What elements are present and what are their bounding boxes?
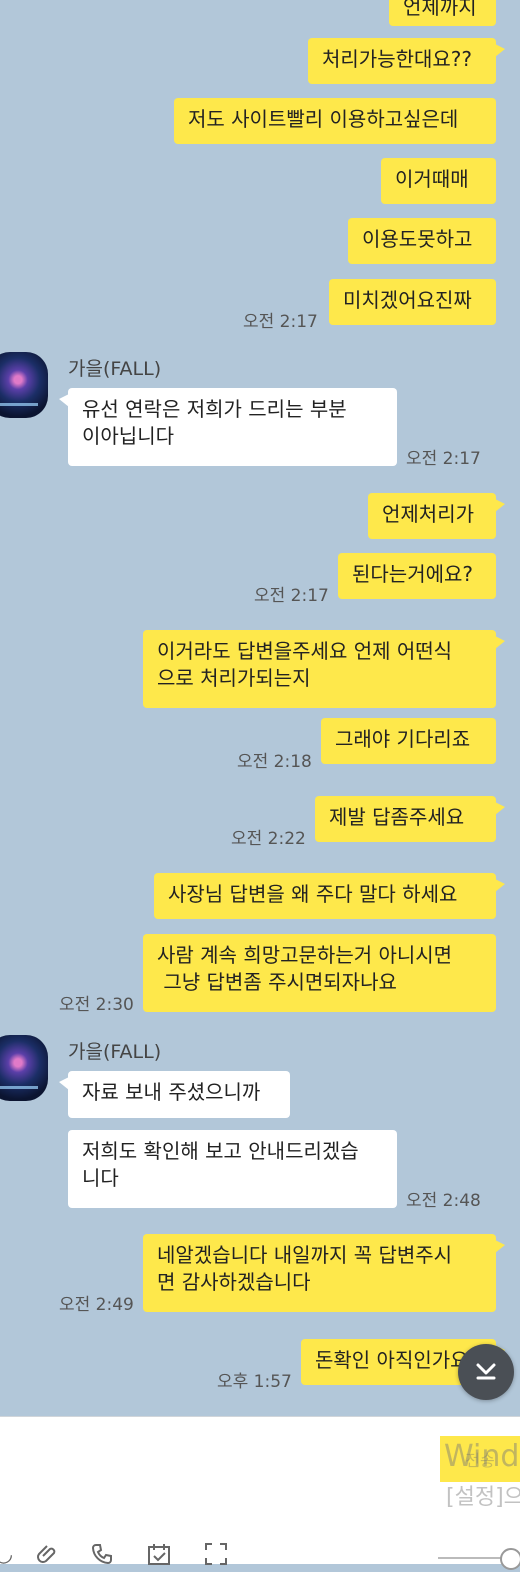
phone-icon[interactable] <box>90 1542 114 1572</box>
message-bubble-mine[interactable]: 미치겠어요진짜 <box>329 279 496 325</box>
chat-area: 언제까지 처리가능한대요?? 저도 사이트빨리 이용하고싶은데 이거때매 이용도… <box>0 0 520 1416</box>
message-time: 오전 2:22 <box>231 829 306 849</box>
sender-name: 가을(FALL) <box>68 358 162 380</box>
avatar[interactable] <box>0 1035 48 1101</box>
message-text: 처리가능한대요?? <box>322 47 473 71</box>
sender-name: 가을(FALL) <box>68 1041 162 1063</box>
message-input-area[interactable]: 전송 Windows [설정]으 ◡ <box>0 1416 520 1570</box>
message-text: 저희도 확인해 보고 안내드리겠습 니다 <box>82 1139 359 1190</box>
message-text: 언제처리가 <box>382 502 474 526</box>
message-text: 사람 계속 희망고문하는거 아니시면 그냥 답변좀 주시면되자나요 <box>157 943 453 994</box>
activation-watermark: Windows <box>444 1439 520 1474</box>
message-text: 이용도못하고 <box>362 227 473 251</box>
message-bubble-mine[interactable]: 언제처리가 <box>368 493 505 539</box>
message-text: 자료 보내 주셨으니까 <box>82 1080 261 1104</box>
message-text: 언제까지 <box>403 0 477 19</box>
emoji-icon[interactable]: ◡ <box>0 1542 13 1567</box>
message-time: 오전 2:18 <box>237 752 312 772</box>
message-bubble-other[interactable]: 자료 보내 주셨으니까 <box>59 1071 290 1118</box>
message-bubble-mine[interactable]: 그래야 기다리죠 <box>321 718 496 764</box>
message-time: 오후 1:57 <box>217 1372 292 1392</box>
message-text: 이거라도 답변을주세요 언제 어떤식 으로 처리가되는지 <box>157 639 453 690</box>
message-bubble-mine[interactable]: 된다는거에요? <box>338 553 496 599</box>
message-time: 오전 2:17 <box>406 449 481 469</box>
avatar[interactable] <box>0 352 48 418</box>
message-bubble-mine[interactable]: 사장님 답변을 왜 주다 말다 하세요 <box>154 873 505 919</box>
message-text: 사장님 답변을 왜 주다 말다 하세요 <box>168 882 458 906</box>
message-bubble-mine[interactable]: 사람 계속 희망고문하는거 아니시면 그냥 답변좀 주시면되자나요 <box>143 934 496 1012</box>
message-bubble-mine[interactable]: 처리가능한대요?? <box>308 38 505 84</box>
message-bubble-mine[interactable]: 이용도못하고 <box>348 218 496 264</box>
message-time: 오전 2:49 <box>59 1295 134 1315</box>
message-bubble-mine[interactable]: 저도 사이트빨리 이용하고싶은데 <box>174 98 496 144</box>
message-bubble-mine[interactable]: 언제까지 <box>389 0 496 26</box>
message-bubble-mine[interactable]: 제발 답좀주세요 <box>315 796 505 842</box>
message-bubble-mine[interactable]: 이거때매 <box>381 158 496 204</box>
capture-icon[interactable] <box>204 1542 228 1572</box>
chevron-down-icon <box>473 1355 499 1390</box>
message-time: 오전 2:30 <box>59 995 134 1015</box>
message-time: 오전 2:17 <box>243 312 318 332</box>
scroll-to-bottom-button[interactable] <box>458 1344 514 1400</box>
message-text: 이거때매 <box>395 167 469 191</box>
message-text: 제발 답좀주세요 <box>329 805 465 829</box>
message-text: 미치겠어요진짜 <box>343 288 472 312</box>
message-text: 저도 사이트빨리 이용하고싶은데 <box>188 107 459 131</box>
message-text: 된다는거에요? <box>352 562 474 586</box>
activation-watermark-sub: [설정]으 <box>446 1485 520 1510</box>
message-text: 돈확인 아직인가요 <box>315 1348 469 1372</box>
message-text: 네알겠습니다 내일까지 꼭 답변주시 면 감사하겠습니다 <box>157 1243 453 1294</box>
message-bubble-other[interactable]: 유선 연락은 저희가 드리는 부분 이아닙니다 <box>59 388 397 466</box>
message-text: 유선 연락은 저희가 드리는 부분 이아닙니다 <box>82 397 347 448</box>
message-bubble-mine[interactable]: 이거라도 답변을주세요 언제 어떤식 으로 처리가되는지 <box>143 630 505 708</box>
message-bubble-other[interactable]: 저희도 확인해 보고 안내드리겠습 니다 <box>68 1130 397 1208</box>
message-text: 그래야 기다리죠 <box>335 727 471 751</box>
message-time: 오전 2:17 <box>254 586 329 606</box>
message-time: 오전 2:48 <box>406 1191 481 1211</box>
paperclip-icon[interactable] <box>36 1542 60 1572</box>
zoom-slider-handle[interactable] <box>500 1548 520 1570</box>
message-bubble-mine[interactable]: 네알겠습니다 내일까지 꼭 답변주시 면 감사하겠습니다 <box>143 1234 505 1312</box>
calendar-check-icon[interactable] <box>146 1542 172 1572</box>
